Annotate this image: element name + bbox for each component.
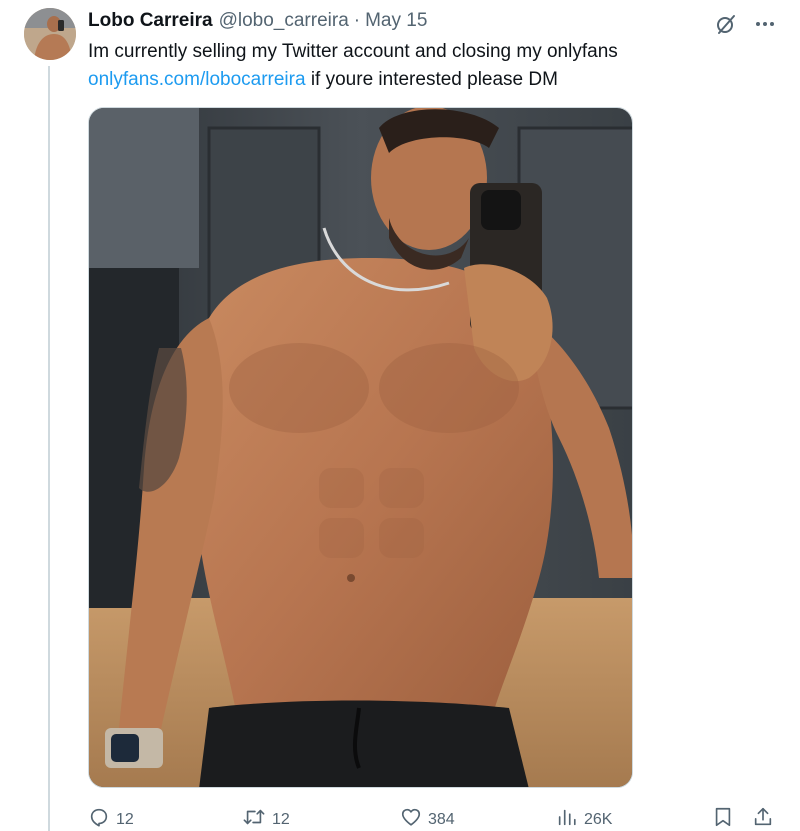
tweet-text: Im currently selling my Twitter account … — [88, 38, 768, 94]
views-count: 26K — [584, 810, 613, 828]
like-count: 384 — [428, 810, 455, 828]
avatar[interactable] — [24, 8, 76, 60]
bookmark-button[interactable] — [712, 806, 734, 831]
like-icon — [400, 806, 422, 831]
separator-dot: · — [353, 10, 361, 31]
reply-icon — [88, 806, 110, 831]
retweet-button[interactable]: 12 — [242, 806, 290, 831]
tweet-actions: 12 12 384 26K — [88, 806, 788, 831]
display-name[interactable]: Lobo Carreira — [88, 10, 213, 32]
tweet-text-line-2: onlyfans.com/lobocarreira if youre inter… — [88, 66, 768, 94]
reply-count: 12 — [116, 810, 134, 828]
share-icon — [752, 806, 774, 831]
thread-line — [48, 66, 50, 831]
bookmark-icon — [712, 806, 734, 831]
tweet-text-line-2-rest: if youre interested please DM — [305, 69, 558, 90]
retweet-icon — [242, 806, 266, 831]
tweet-header: Lobo Carreira @lobo_carreira · May 15 — [88, 10, 427, 34]
views-button[interactable]: 26K — [556, 806, 612, 831]
reply-button[interactable]: 12 — [88, 806, 134, 831]
grok-icon[interactable] — [714, 12, 738, 36]
more-icon[interactable] — [754, 13, 776, 35]
tweet-photo[interactable] — [88, 107, 633, 788]
retweet-count: 12 — [272, 810, 290, 828]
share-button[interactable] — [752, 806, 774, 831]
like-button[interactable]: 384 — [400, 806, 455, 831]
onlyfans-link[interactable]: onlyfans.com/lobocarreira — [88, 69, 306, 90]
views-icon — [556, 806, 578, 831]
tweet-date[interactable]: May 15 — [365, 10, 427, 32]
tweet: Lobo Carreira @lobo_carreira · May 15 Im… — [0, 0, 800, 831]
tweet-top-actions — [714, 12, 776, 36]
tweet-text-line-1: Im currently selling my Twitter account … — [88, 41, 618, 62]
user-handle[interactable]: @lobo_carreira — [219, 10, 349, 32]
